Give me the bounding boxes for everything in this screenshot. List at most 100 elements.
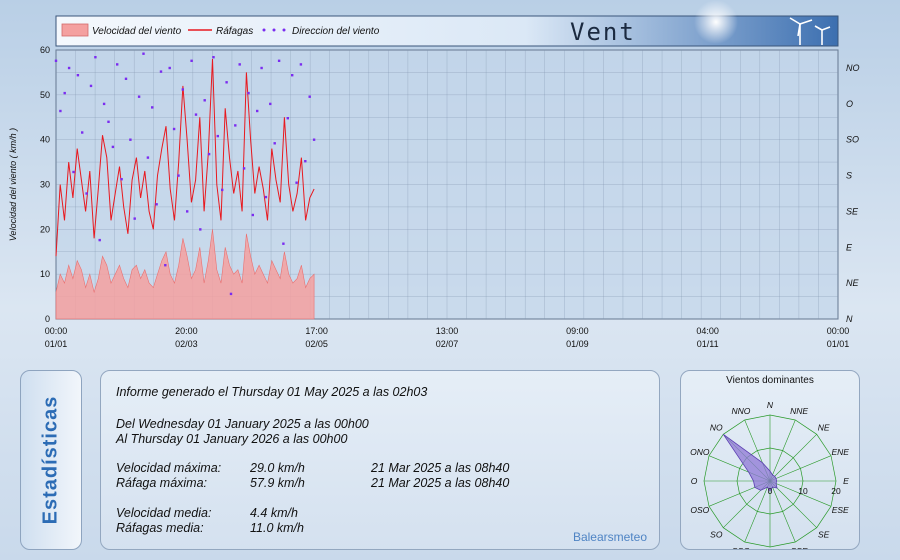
avg-gust-label: Ráfagas media: [116,521,204,535]
avg-gust-value: 11.0 km/h [250,521,304,535]
x-tick-time: 09:00 [566,326,589,336]
direction-point [212,56,215,59]
x-tick-date: 01/09 [566,339,589,349]
rose-direction-label: ENE [831,447,849,457]
wind-rose-panel: Vientos dominantes NNNENEENEEESESESSESSS… [680,370,860,560]
banner-title: Vent [570,18,636,46]
credit-link[interactable]: Balearsmeteo [573,530,647,544]
stats-tab[interactable]: Estadísticas [20,370,82,550]
direction-point [137,95,141,98]
direction-point [207,152,211,156]
direction-point [72,170,75,174]
direction-point [63,91,66,95]
y-tick-label: 50 [40,90,50,100]
avg-speed-row: Velocidad media: 4.4 km/h [116,506,616,522]
report-from: Del Wednesday 01 January 2025 a las 00h0… [116,417,369,431]
x-tick-time: 00:00 [827,326,850,336]
direction-point [177,174,180,177]
direction-point [120,178,123,181]
direction-point [199,228,202,231]
rose-direction-label: NE [818,422,830,432]
rose-direction-label: O [691,476,698,486]
direction-point [124,77,128,80]
rose-ring-label: 20 [831,486,841,496]
direction-point [277,59,281,62]
wind-chart: 0 10 20 30 40 50 60 Velocidad del viento ( km/h… [8,0,860,349]
legend-banner: Velocidad del viento Ráfagas Direccion d… [55,0,839,47]
y-tick-label: 0 [45,314,50,324]
x-tick-date: 01/01 [45,339,68,349]
x-tick-date: 01/11 [697,339,719,349]
direction-legend-dot-3 [282,28,286,32]
direction-point [216,134,219,138]
x-tick-time: 00:00 [45,326,68,336]
report-panel: Informe generado el Thursday 01 May 2025… [100,370,660,550]
direction-point [238,63,241,66]
y-tick-label: 10 [40,269,50,279]
rose-spoke [769,434,817,482]
rose-direction-label: ONO [690,447,710,457]
direction-point [234,124,237,127]
x-tick-date: 02/03 [175,339,198,349]
direction-point [186,210,189,213]
direction-point [155,203,158,206]
direction-point [129,138,132,141]
y-tick-label: 30 [40,180,50,190]
direction-axis-label: S [846,171,852,181]
direction-point [282,242,285,245]
rose-direction-label: ESE [832,505,849,515]
direction-point [299,63,303,66]
rose-direction-label: SO [710,530,723,540]
rose-direction-label: E [843,476,849,486]
direction-point [229,292,233,296]
rose-direction-label: NO [710,422,723,432]
direction-axis-label: E [846,242,853,252]
direction-axis-label: O [846,99,853,109]
report-generated: Informe generado el Thursday 01 May 2025… [116,385,428,399]
direction-point [89,84,93,88]
direction-point [172,127,176,131]
legend-direction-label: Direccion del viento [292,26,380,37]
direction-point [247,91,250,95]
direction-point [133,217,136,220]
y-tick-label: 60 [40,45,50,55]
rose-direction-label: N [767,400,774,410]
report-to: Al Thursday 01 January 2026 a las 00h00 [116,432,348,446]
direction-point [221,188,224,192]
direction-point [98,238,101,242]
max-speed-value: 29.0 km/h [250,461,305,475]
max-gust-label: Ráfaga máxima: [116,476,208,490]
direction-point [76,74,80,77]
rose-polygon [722,433,778,492]
grid-lines [55,49,839,320]
speed-legend-swatch [61,23,89,37]
direction-point [242,167,246,170]
x-tick-time: 13:00 [436,326,459,336]
direction-point [190,59,193,62]
direction-point [146,156,150,159]
direction-point [308,95,311,98]
rose-direction-label: OSO [690,505,709,515]
y-tick-label: 20 [40,224,50,234]
x-tick-time: 04:00 [696,326,719,336]
y-tick-label: 40 [40,135,50,145]
avg-speed-value: 4.4 km/h [250,506,298,520]
direction-point [85,192,88,195]
legend-speed-label: Velocidad del viento [92,26,182,37]
direction-point [164,264,167,267]
direction-point [151,106,154,109]
direction-point [159,70,163,73]
rose-direction-label: SE [818,530,830,540]
x-tick-time: 20:00 [175,326,198,336]
max-gust-value: 57.9 km/h [250,476,305,490]
direction-point [251,213,254,217]
direction-point [194,113,198,116]
rose-direction-label: SSO [732,546,750,549]
rose-layer: NNNENEENEEESESESSESSSOSOOSOOONONONNO0102… [690,400,849,560]
direction-axis-label: NE [846,278,859,288]
x-tick-date: 02/05 [305,339,328,349]
rose-direction-label: NNE [790,406,808,416]
direction-point [295,181,298,184]
direction-point [273,142,276,145]
direction-point [286,117,289,120]
